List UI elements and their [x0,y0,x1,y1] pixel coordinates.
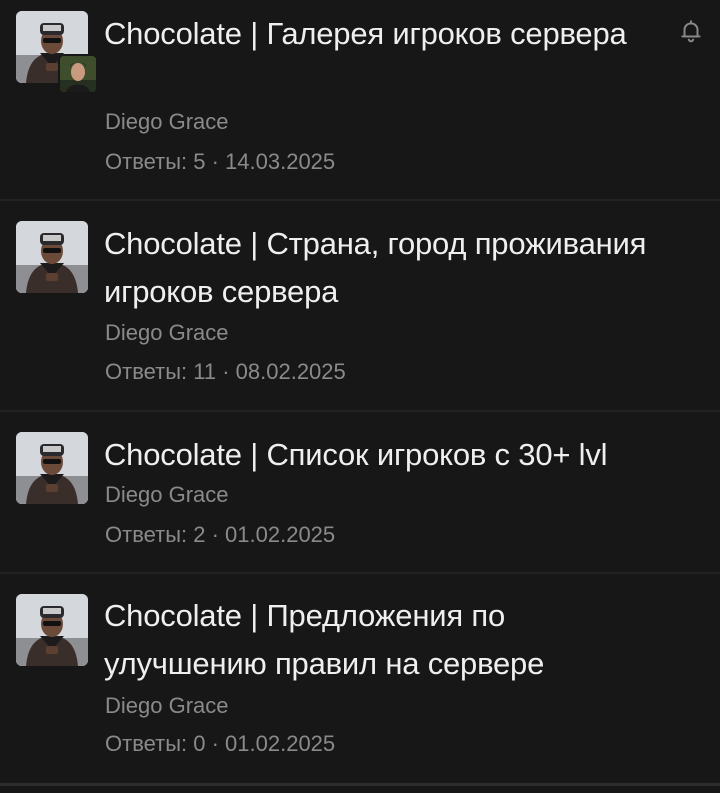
thread-title[interactable]: Chocolate | Страна, город проживания игр… [104,220,712,316]
meta-separator: · [205,149,226,174]
replies-count: Ответы: 5 [105,149,206,174]
thread-item[interactable]: Chocolate | Список игроков с 30+ lvl Die… [0,412,720,574]
replies-count: Ответы: 2 [105,522,206,547]
author-avatar[interactable] [16,594,88,666]
thread-date: 01.02.2025 [225,731,336,756]
thread-date: 01.02.2025 [225,522,336,547]
thread-meta: Ответы: 0 · 01.02.2025 [105,730,335,758]
replies-count: Ответы: 11 [105,359,217,384]
meta-separator: · [216,359,236,384]
thread-meta: Ответы: 11 · 08.02.2025 [105,358,346,386]
thread-item[interactable]: Chocolate | Страна, город проживания игр… [0,201,720,412]
bell-icon[interactable] [678,18,704,44]
thread-list: Chocolate | Галерея игроков сервера Dieg… [0,0,720,793]
thread-title[interactable]: Chocolate | Предложения по улучшению пра… [104,592,620,688]
thread-author[interactable]: Diego Grace [105,481,229,509]
avatar-image [16,594,88,666]
thread-item[interactable]: Chocolate | Галерея игроков сервера Dieg… [0,0,720,201]
replies-count: Ответы: 0 [105,731,206,756]
participant-avatar-image [60,56,96,92]
thread-date: 08.02.2025 [235,359,346,384]
avatar-image [16,432,88,504]
meta-separator: · [205,731,226,756]
avatar-image [16,221,88,293]
thread-item[interactable]: Chocolate | Предложения по улучшению пра… [0,574,720,786]
thread-author[interactable]: Diego Grace [105,692,229,720]
participant-avatar[interactable] [58,54,98,94]
author-avatar[interactable] [16,432,88,504]
thread-title[interactable]: Chocolate | Галерея игроков сервера [104,10,660,58]
thread-meta: Ответы: 2 · 01.02.2025 [105,521,335,549]
thread-date: 14.03.2025 [225,149,336,174]
thread-author[interactable]: Diego Grace [105,108,229,136]
thread-meta: Ответы: 5 · 14.03.2025 [105,148,335,176]
meta-separator: · [205,522,226,547]
thread-author[interactable]: Diego Grace [105,319,229,347]
author-avatar[interactable] [16,221,88,293]
thread-title[interactable]: Chocolate | Список игроков с 30+ lvl [104,431,712,479]
